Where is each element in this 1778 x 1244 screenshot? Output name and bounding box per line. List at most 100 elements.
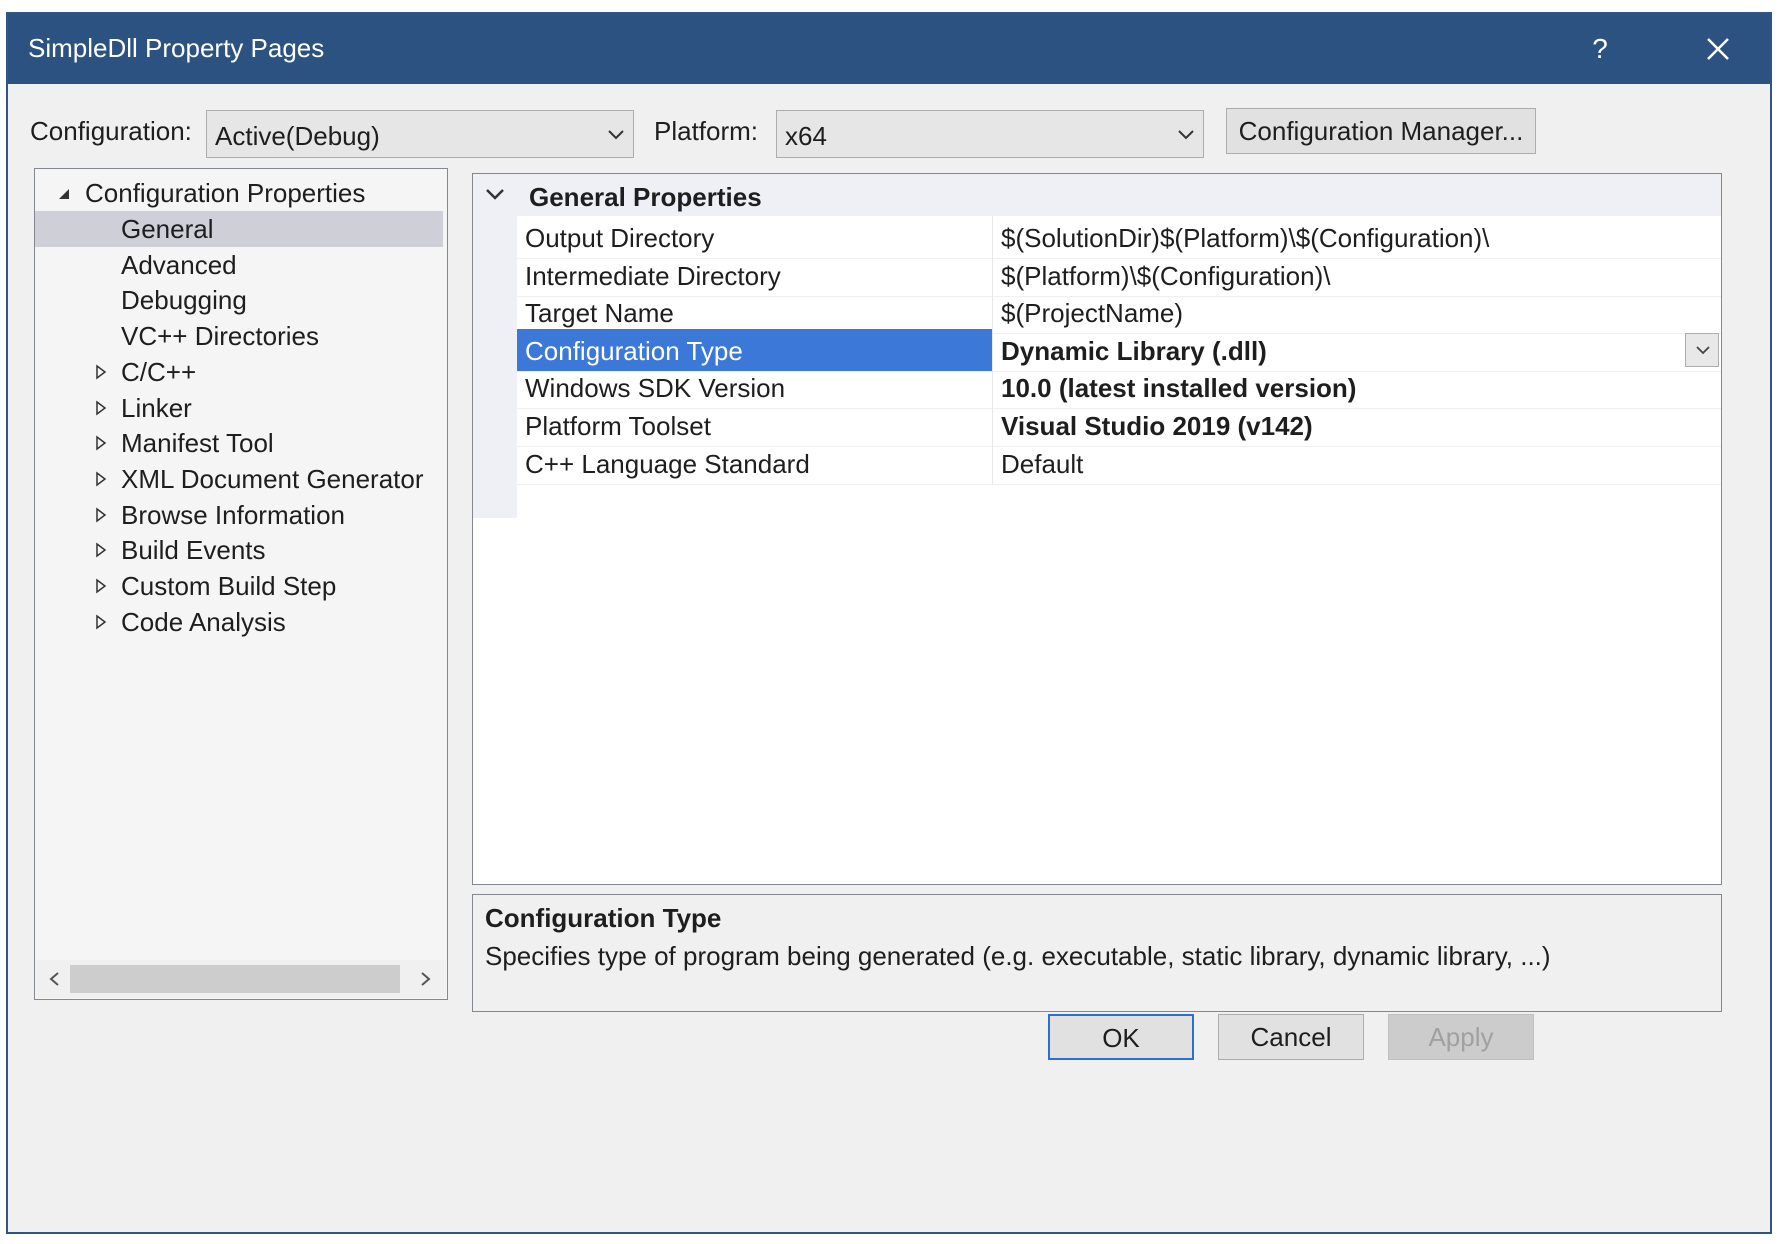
category-general-properties[interactable]: General Properties [473,174,1721,216]
chevron-down-icon [608,130,624,140]
tree-item[interactable]: Browse Information [35,497,443,533]
tree-item-label: C/C++ [121,356,197,387]
help-button[interactable]: ? [1570,26,1630,72]
tree-item[interactable]: General [35,211,443,247]
collapsed-triangle-icon[interactable] [95,364,107,380]
tree-item-label: Linker [121,392,192,423]
ok-button[interactable]: OK [1048,1014,1194,1060]
property-value-cell[interactable]: 10.0 (latest installed version) [993,366,1721,408]
property-value: Default [1001,448,1084,479]
apply-button[interactable]: Apply [1388,1014,1534,1060]
chevron-down-icon [1178,130,1194,140]
property-value: Visual Studio 2019 (v142) [1001,411,1313,441]
property-value-cell[interactable]: $(ProjectName) [993,291,1721,333]
tree-item[interactable]: C/C++ [35,354,443,390]
property-tree: Configuration Properties General Advanced… [34,168,448,1000]
property-row[interactable]: Platform Toolset Visual Studio 2019 (v142… [517,404,1721,447]
property-row[interactable]: Configuration Type Dynamic Library (.dll) [517,328,1721,372]
property-name: Output Directory [525,223,715,253]
property-name: Target Name [525,298,674,329]
property-row[interactable]: Intermediate Directory $(Platform)\$(Conf… [517,253,1721,297]
property-name: Configuration Type [525,335,743,366]
tree-item[interactable]: XML Document Generator [35,461,443,497]
property-value: 10.0 (latest installed version) [1001,373,1357,404]
tree-item-configuration-properties[interactable]: Configuration Properties [35,175,443,211]
tree-item-label: Build Events [121,535,266,566]
description-panel: Configuration Type Specifies type of pro… [472,894,1722,1012]
tree-item[interactable]: Custom Build Step [35,568,443,604]
collapsed-triangle-icon[interactable] [95,435,107,451]
tree-item[interactable]: Manifest Tool [35,425,443,461]
scroll-right-icon[interactable] [420,971,432,987]
collapsed-triangle-icon[interactable] [95,578,107,594]
platform-dropdown[interactable]: x64 [776,110,1204,158]
property-value: $(ProjectName) [1001,298,1184,329]
property-name: C++ Language Standard [525,448,810,479]
tree-item[interactable]: VC++ Directories [35,318,443,354]
property-value: $(Platform)\$(Configuration)\ [1001,260,1331,291]
tree-item[interactable]: Build Events [35,532,443,568]
property-value-cell[interactable]: $(Platform)\$(Configuration)\ [993,254,1721,296]
property-name: Windows SDK Version [525,373,786,404]
description-text: Specifies type of program being generate… [485,941,1551,971]
property-row[interactable]: C++ Language Standard Default [517,441,1721,485]
property-name-cell[interactable]: Target Name [517,291,993,334]
property-grid: General Properties Output Directory $(Sol… [472,173,1722,885]
tree-item[interactable]: Code Analysis [35,604,443,640]
property-value-cell[interactable]: Visual Studio 2019 (v142) [993,404,1721,446]
close-button[interactable] [1686,26,1750,72]
cancel-button[interactable]: Cancel [1218,1014,1364,1060]
configuration-dropdown[interactable]: Active(Debug) [206,110,634,158]
scroll-left-icon[interactable] [48,971,60,987]
platform-label: Platform: [654,116,759,146]
title-bar: SimpleDll Property Pages ? [8,14,1770,84]
tree-item-label: VC++ Directories [121,321,319,352]
property-value-cell[interactable]: Default [993,442,1721,484]
property-row[interactable]: Windows SDK Version 10.0 (latest installe… [517,366,1721,410]
property-row[interactable]: Target Name $(ProjectName) [517,291,1721,335]
property-value-cell[interactable]: Dynamic Library (.dll) [993,329,1721,371]
property-name-cell[interactable]: Platform Toolset [517,404,993,446]
collapsed-triangle-icon[interactable] [95,507,107,523]
property-value: $(SolutionDir)$(Platform)\$(Configuratio… [1001,223,1490,253]
tree-item-label: Code Analysis [121,606,286,637]
tree-item-label: Custom Build Step [121,571,337,601]
property-name-cell[interactable]: Output Directory [517,216,993,258]
property-value: Dynamic Library (.dll) [1001,335,1267,366]
property-name: Intermediate Directory [525,260,781,291]
expanded-triangle-icon[interactable] [57,187,71,201]
grid-gutter [473,174,517,518]
value-dropdown-button[interactable] [1685,332,1719,367]
tree-item-label: Debugging [121,285,247,316]
configuration-value: Active(Debug) [215,121,380,151]
collapsed-triangle-icon[interactable] [95,400,107,416]
collapsed-triangle-icon[interactable] [95,614,107,630]
property-row[interactable]: Output Directory $(SolutionDir)$(Platform… [517,216,1721,259]
collapsed-triangle-icon[interactable] [95,471,107,487]
property-name-cell[interactable]: Configuration Type [517,328,993,371]
window-title: SimpleDll Property Pages [28,33,325,63]
property-pages-dialog: SimpleDll Property Pages ? Configuration… [6,12,1772,1234]
tree-item[interactable]: Advanced [35,247,443,283]
property-name: Platform Toolset [525,411,711,441]
property-name-cell[interactable]: C++ Language Standard [517,441,993,484]
property-value-cell[interactable]: $(SolutionDir)$(Platform)\$(Configuratio… [993,216,1721,258]
collapsed-triangle-icon[interactable] [95,542,107,558]
tree-item-label: Advanced [121,249,237,280]
property-name-cell[interactable]: Intermediate Directory [517,253,993,296]
platform-value: x64 [785,121,827,151]
configuration-label: Configuration: [30,116,192,146]
horizontal-scrollbar[interactable] [36,960,446,998]
tree-item[interactable]: Debugging [35,282,443,318]
tree-item[interactable]: Linker [35,390,443,426]
tree-item-label: General [121,214,214,244]
chevron-down-icon[interactable] [485,188,505,202]
tree-item-label: Configuration Properties [85,178,366,208]
category-label: General Properties [529,182,762,212]
tree-item-label: Browse Information [121,499,345,530]
tree-item-label: XML Document Generator [121,463,424,494]
configuration-manager-button[interactable]: Configuration Manager... [1226,108,1536,154]
scrollbar-thumb[interactable] [70,965,400,993]
property-name-cell[interactable]: Windows SDK Version [517,366,993,409]
description-title: Configuration Type [485,903,722,933]
